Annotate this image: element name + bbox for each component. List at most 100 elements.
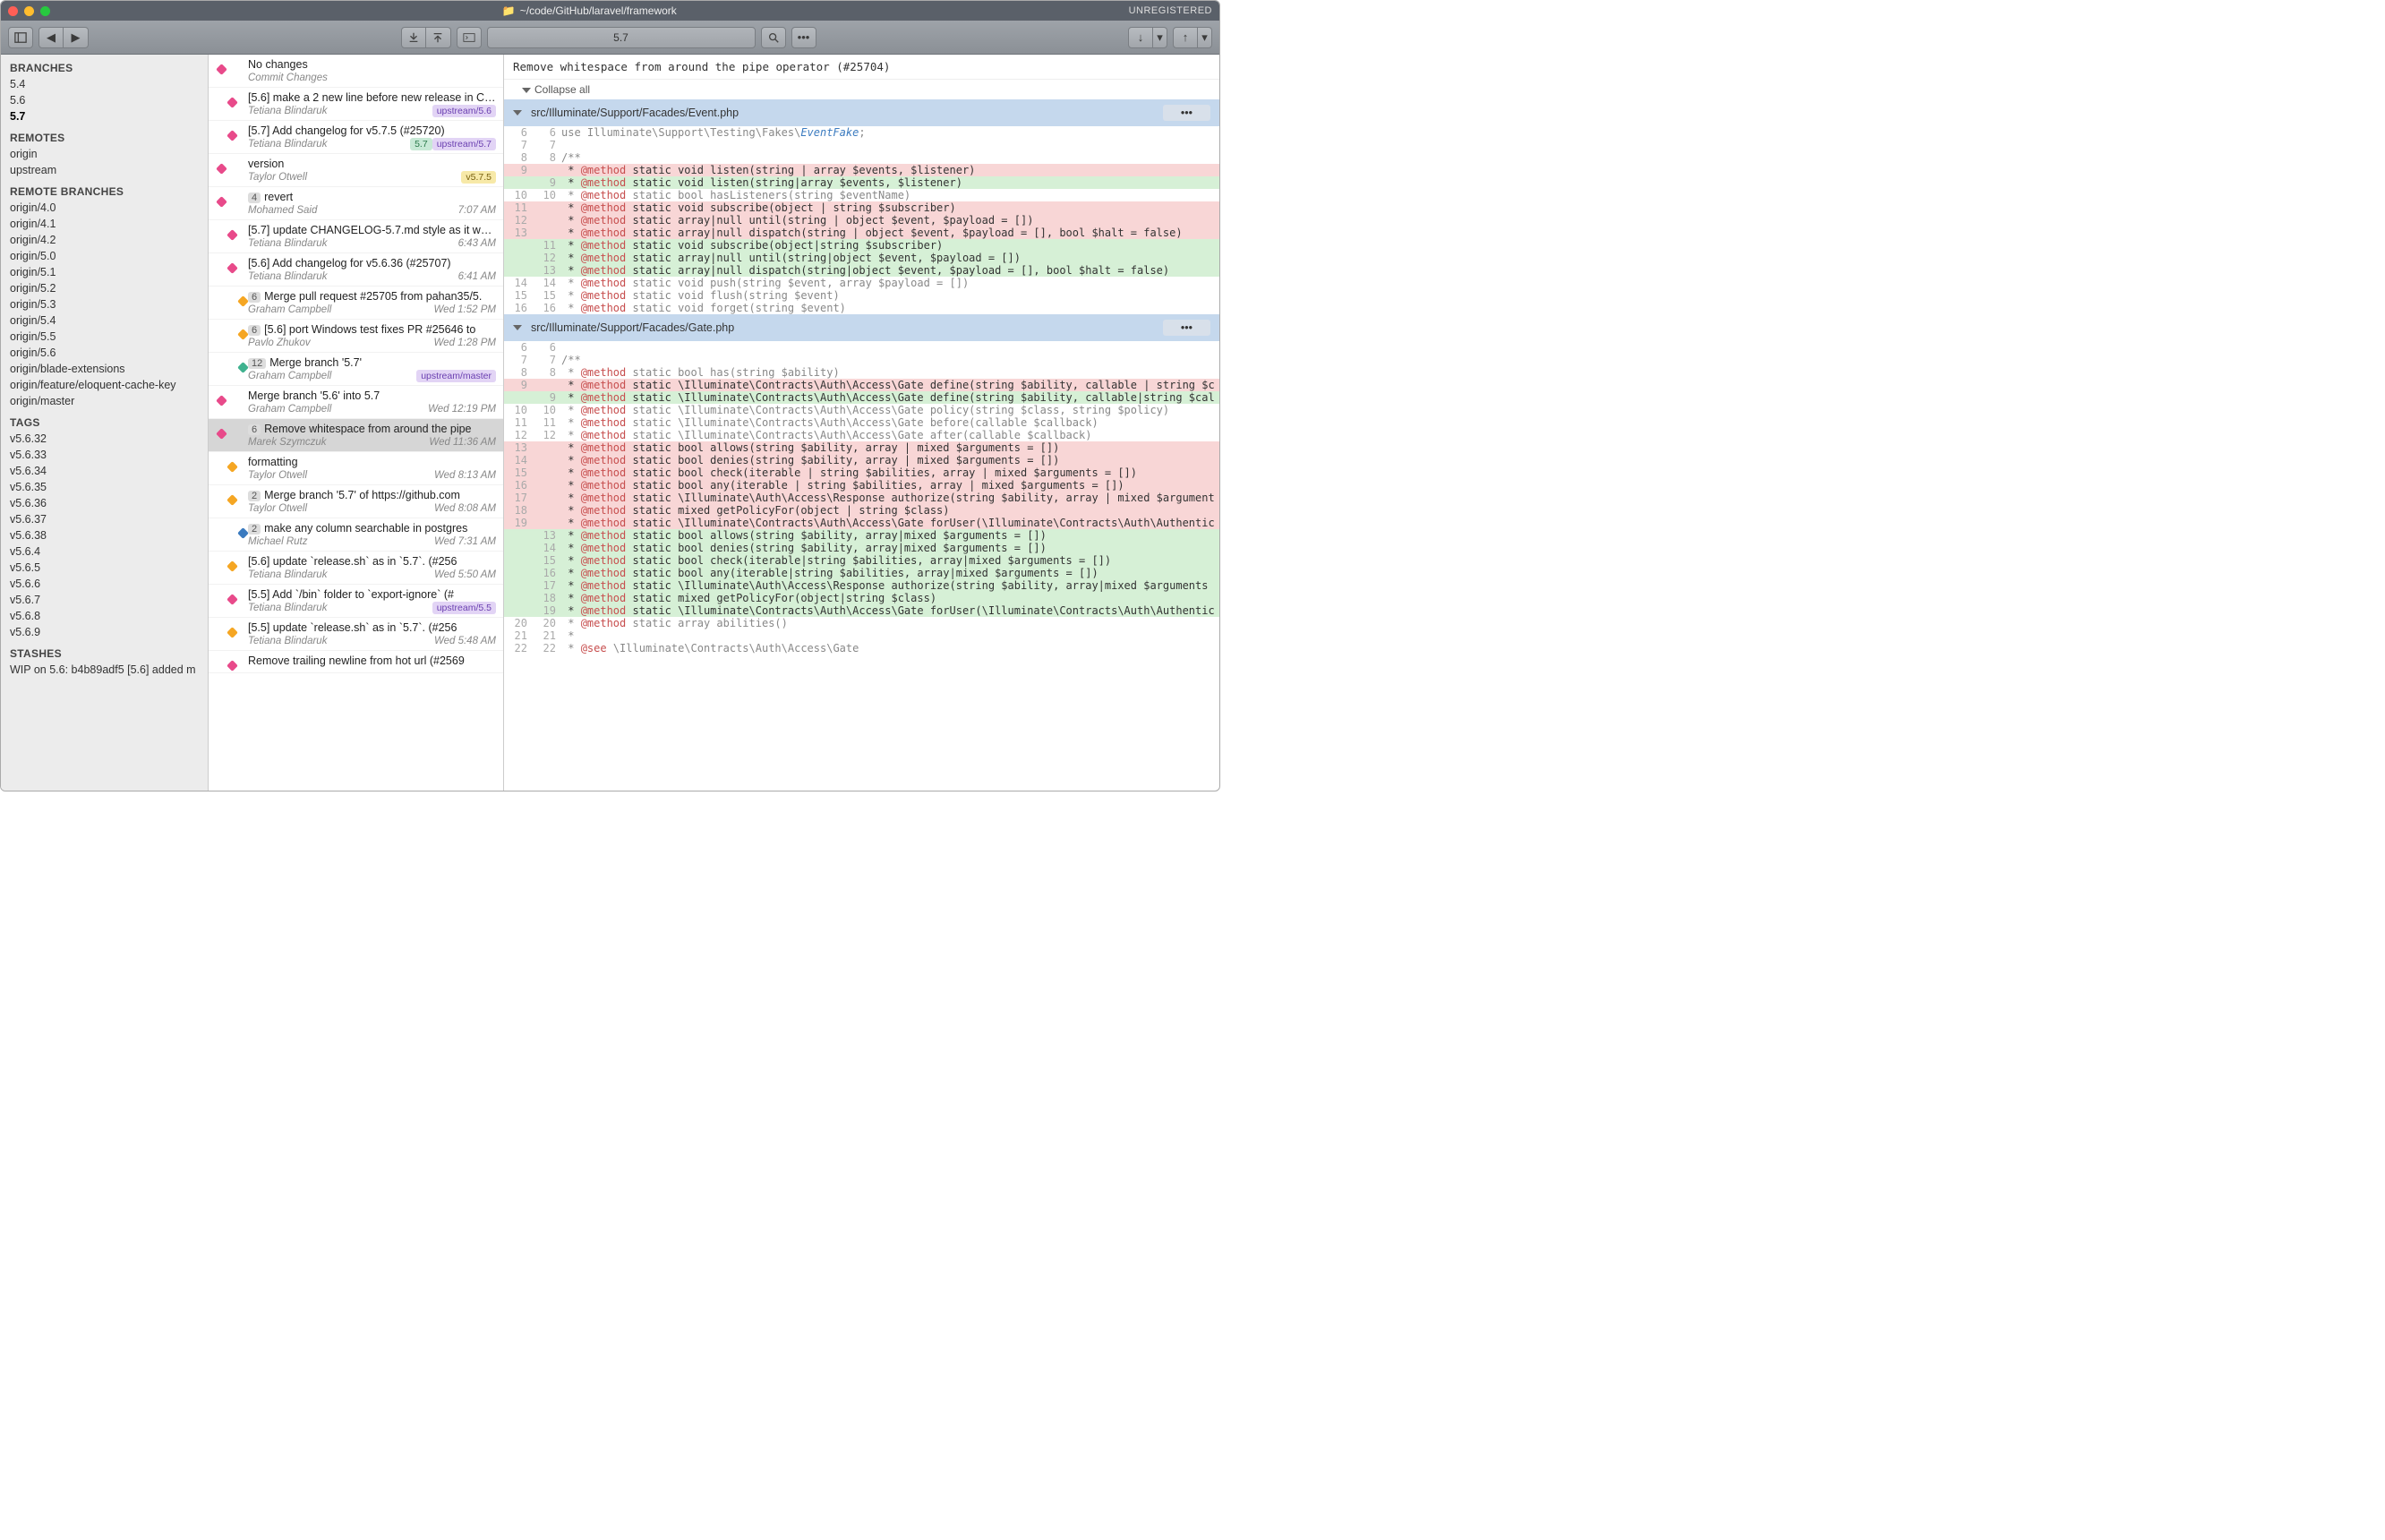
- commit-row[interactable]: 6[5.6] port Windows test fixes PR #25646…: [209, 320, 503, 353]
- sidebar-item[interactable]: origin/blade-extensions: [1, 361, 208, 377]
- graph-node-icon: [216, 428, 227, 440]
- sidebar-item[interactable]: origin/5.5: [1, 329, 208, 345]
- sidebar-item[interactable]: origin/5.2: [1, 280, 208, 296]
- folder-icon: 📁: [502, 4, 516, 17]
- sidebar-item[interactable]: origin/master: [1, 393, 208, 409]
- sidebar-item[interactable]: origin: [1, 146, 208, 162]
- more-button[interactable]: •••: [791, 27, 816, 48]
- diff-line: 18 * @method static mixed getPolicyFor(o…: [504, 592, 1219, 604]
- commit-title: Remove whitespace from around the pipe o…: [504, 55, 1219, 80]
- sidebar-item[interactable]: v5.6.8: [1, 608, 208, 624]
- push-button[interactable]: [426, 27, 451, 48]
- sidebar-toggle-button[interactable]: [8, 27, 33, 48]
- sidebar-item[interactable]: v5.6.33: [1, 447, 208, 463]
- file-header[interactable]: src/Illuminate/Support/Facades/Event.php…: [504, 99, 1219, 126]
- commit-row[interactable]: Remove trailing newline from hot url (#2…: [209, 651, 503, 673]
- diff-line: 15 * @method static bool check(iterable …: [504, 466, 1219, 479]
- sidebar-item[interactable]: upstream: [1, 162, 208, 178]
- sidebar-item[interactable]: v5.6.32: [1, 431, 208, 447]
- commit-row[interactable]: 6Remove whitespace from around the pipeM…: [209, 419, 503, 452]
- graph-node-icon: [237, 329, 249, 340]
- graph-node-icon: [227, 594, 238, 605]
- commit-row[interactable]: 2Merge branch '5.7' of https://github.co…: [209, 485, 503, 518]
- sidebar-item[interactable]: v5.6.34: [1, 463, 208, 479]
- commit-row[interactable]: Merge branch '5.6' into 5.7Graham Campbe…: [209, 386, 503, 419]
- sidebar[interactable]: BRANCHES5.45.65.7REMOTESoriginupstreamRE…: [1, 55, 209, 791]
- graph-node-icon: [216, 196, 227, 208]
- commit-row[interactable]: formattingTaylor Otwell Wed 8:13 AM: [209, 452, 503, 485]
- collapse-all-button[interactable]: Collapse all: [504, 80, 1219, 99]
- sidebar-section-header: TAGS: [1, 409, 208, 431]
- graph-node-icon: [216, 64, 227, 75]
- back-button[interactable]: ◀: [38, 27, 64, 48]
- sidebar-item[interactable]: origin/4.1: [1, 216, 208, 232]
- stash-up-menu[interactable]: ▾: [1198, 27, 1212, 48]
- sidebar-item[interactable]: 5.4: [1, 76, 208, 92]
- stash-down-button[interactable]: ↓: [1128, 27, 1153, 48]
- sidebar-section-header: BRANCHES: [1, 55, 208, 76]
- sidebar-item[interactable]: v5.6.4: [1, 543, 208, 560]
- file-path: src/Illuminate/Support/Facades/Gate.php: [531, 321, 734, 334]
- file-count-badge: 6: [248, 325, 261, 336]
- sidebar-item[interactable]: v5.6.5: [1, 560, 208, 576]
- commit-row[interactable]: [5.6] make a 2 new line before new relea…: [209, 88, 503, 121]
- sidebar-item[interactable]: origin/5.6: [1, 345, 208, 361]
- commit-list[interactable]: No changesCommit Changes[5.6] make a 2 n…: [209, 55, 504, 791]
- graph-node-icon: [227, 494, 238, 506]
- toolbar: ◀ ▶ 5.7 ••• ↓ ▾ ↑ ▾: [1, 21, 1219, 55]
- commit-row[interactable]: 6Merge pull request #25705 from pahan35/…: [209, 287, 503, 320]
- terminal-button[interactable]: [457, 27, 482, 48]
- commit-row[interactable]: No changesCommit Changes: [209, 55, 503, 88]
- diff-line: 1010 * @method static \Illuminate\Contra…: [504, 404, 1219, 416]
- branch-field[interactable]: 5.7: [487, 27, 756, 48]
- sidebar-item[interactable]: origin/4.0: [1, 200, 208, 216]
- file-menu-button[interactable]: •••: [1163, 320, 1210, 336]
- sidebar-item[interactable]: 5.6: [1, 92, 208, 108]
- search-button[interactable]: [761, 27, 786, 48]
- sidebar-item[interactable]: origin/feature/eloquent-cache-key: [1, 377, 208, 393]
- ref-badge: 5.7: [410, 138, 432, 150]
- stash-up-button[interactable]: ↑: [1173, 27, 1198, 48]
- diff-line: 11 * @method static void subscribe(objec…: [504, 201, 1219, 214]
- sidebar-item[interactable]: v5.6.7: [1, 592, 208, 608]
- sidebar-item[interactable]: origin/5.4: [1, 312, 208, 329]
- diff-line: 2020 * @method static array abilities(): [504, 617, 1219, 629]
- commit-row[interactable]: [5.6] update `release.sh` as in `5.7`. (…: [209, 552, 503, 585]
- commit-row[interactable]: [5.7] Add changelog for v5.7.5 (#25720)T…: [209, 121, 503, 154]
- zoom-icon[interactable]: [40, 6, 50, 16]
- pull-button[interactable]: [401, 27, 426, 48]
- minimize-icon[interactable]: [24, 6, 34, 16]
- sidebar-item[interactable]: v5.6.6: [1, 576, 208, 592]
- commit-row[interactable]: 12Merge branch '5.7'Graham Campbellupstr…: [209, 353, 503, 386]
- sidebar-item[interactable]: v5.6.36: [1, 495, 208, 511]
- diff-line: 9 * @method static \Illuminate\Contracts…: [504, 391, 1219, 404]
- commit-row[interactable]: [5.7] update CHANGELOG-5.7.md style as i…: [209, 220, 503, 253]
- forward-button[interactable]: ▶: [64, 27, 89, 48]
- sidebar-item[interactable]: v5.6.9: [1, 624, 208, 640]
- commit-row[interactable]: [5.6] Add changelog for v5.6.36 (#25707)…: [209, 253, 503, 287]
- sidebar-item[interactable]: origin/5.0: [1, 248, 208, 264]
- commit-row[interactable]: 4revertMohamed Said 7:07 AM: [209, 187, 503, 220]
- sidebar-item[interactable]: v5.6.35: [1, 479, 208, 495]
- stash-down-menu[interactable]: ▾: [1153, 27, 1167, 48]
- diff-line: 77: [504, 139, 1219, 151]
- diff-line: 13 * @method static array|null dispatch(…: [504, 227, 1219, 239]
- file-header[interactable]: src/Illuminate/Support/Facades/Gate.php •…: [504, 314, 1219, 341]
- sidebar-item[interactable]: 5.7: [1, 108, 208, 124]
- sidebar-item[interactable]: origin/5.1: [1, 264, 208, 280]
- close-icon[interactable]: [8, 6, 18, 16]
- commit-row[interactable]: [5.5] Add `/bin` folder to `export-ignor…: [209, 585, 503, 618]
- commit-row[interactable]: 2make any column searchable in postgresM…: [209, 518, 503, 552]
- graph-node-icon: [216, 395, 227, 406]
- diff-line: 12 * @method static array|null until(str…: [504, 252, 1219, 264]
- sidebar-item[interactable]: origin/4.2: [1, 232, 208, 248]
- sidebar-item[interactable]: v5.6.37: [1, 511, 208, 527]
- sidebar-item[interactable]: v5.6.38: [1, 527, 208, 543]
- diff-line: 1212 * @method static \Illuminate\Contra…: [504, 429, 1219, 441]
- commit-row[interactable]: versionTaylor Otwellv5.7.5: [209, 154, 503, 187]
- sidebar-item[interactable]: origin/5.3: [1, 296, 208, 312]
- graph-node-icon: [237, 295, 249, 307]
- file-menu-button[interactable]: •••: [1163, 105, 1210, 121]
- sidebar-item[interactable]: WIP on 5.6: b4b89adf5 [5.6] added m: [1, 662, 208, 678]
- commit-row[interactable]: [5.5] update `release.sh` as in `5.7`. (…: [209, 618, 503, 651]
